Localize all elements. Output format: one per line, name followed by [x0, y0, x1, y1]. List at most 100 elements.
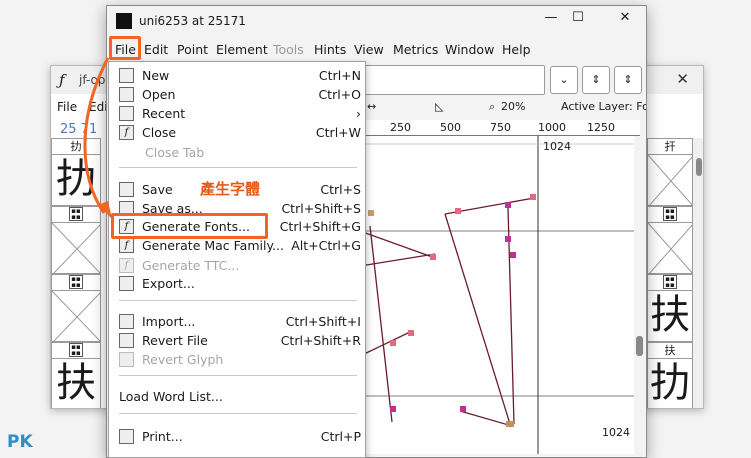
revert-icon: [119, 333, 134, 348]
glyph-cell-label: 扶: [648, 343, 692, 359]
minimize-button[interactable]: —: [536, 10, 566, 25]
menu-item-recent[interactable]: Recent ›: [109, 105, 365, 124]
empty-glyph-cross: [648, 155, 692, 205]
menu-item-load-word-list[interactable]: Load Word List...: [109, 388, 365, 407]
glyph-cell[interactable]: 扞: [647, 138, 693, 206]
maximize-button[interactable]: ☐: [563, 10, 593, 25]
menu-item-shortcut: Ctrl+S: [320, 182, 361, 197]
glyph-cell[interactable]: ▪▪ ▪▪ 扶: [51, 342, 101, 408]
menu-separator: [119, 375, 357, 376]
menu-view[interactable]: View: [354, 42, 384, 57]
angle-icon: ◺: [435, 100, 444, 113]
watermark-logo: PK: [7, 432, 33, 452]
ascent-label: 1024: [543, 140, 571, 153]
menu-item-import[interactable]: Import... Ctrl+Shift+I: [109, 313, 365, 332]
menu-item-label: Open: [142, 87, 176, 102]
ruler-tick: 500: [440, 121, 461, 134]
empty-glyph-cross: [648, 223, 692, 273]
menu-window[interactable]: Window: [445, 42, 494, 57]
menu-item-shortcut: Ctrl+O: [318, 87, 361, 102]
scrollbar-thumb[interactable]: [696, 158, 702, 176]
menu-item-close-tab[interactable]: Close Tab: [109, 144, 365, 163]
close-button[interactable]: ✕: [610, 10, 640, 25]
menu-item-revert-glyph[interactable]: Revert Glyph: [109, 351, 365, 370]
menu-item-close[interactable]: f Close Ctrl+W: [109, 124, 365, 143]
menu-help[interactable]: Help: [502, 42, 531, 57]
menu-item-label: Load Word List...: [119, 389, 223, 404]
menu-element[interactable]: Element: [216, 42, 268, 57]
glyph-cell[interactable]: 扶 扐: [647, 342, 693, 408]
empty-glyph-cross: [52, 223, 100, 273]
menu-item-label: Generate TTC...: [142, 258, 240, 273]
save-icon: [119, 182, 134, 197]
menu-edit[interactable]: Edit: [144, 42, 168, 57]
background-menu-file[interactable]: File: [57, 100, 77, 114]
background-scrollbar[interactable]: [693, 138, 703, 408]
menu-item-shortcut: Ctrl+N: [318, 68, 361, 83]
ruler-tick: 250: [390, 121, 411, 134]
menu-separator: [119, 167, 357, 168]
zoom-icon: ⌕: [489, 100, 496, 113]
glyph-cell-code: ▪▪ ▪▪: [52, 275, 100, 291]
prev-next-button[interactable]: ⇕: [614, 66, 642, 94]
menu-item-generate-mac-family[interactable]: f Generate Mac Family... Alt+Ctrl+G: [109, 237, 365, 256]
glyph-cell-label: 扞: [648, 139, 692, 155]
menubar: File Edit Point Element Tools Hints View…: [107, 39, 646, 61]
background-close-button[interactable]: ✕: [676, 70, 689, 88]
annotation-callout: 產生字體: [200, 180, 261, 198]
menu-item-export[interactable]: Export...: [109, 275, 365, 294]
highlight-box-generate-fonts: [111, 213, 268, 239]
glyph-cell[interactable]: ▪▪ ▪▪: [51, 274, 101, 342]
menu-item-revert-file[interactable]: Revert File Ctrl+Shift+R: [109, 332, 365, 351]
canvas-scrollbar[interactable]: [634, 136, 646, 454]
prev-next-button[interactable]: ⇕: [582, 66, 610, 94]
menu-item-label: Save: [142, 182, 173, 197]
empty-glyph-cross: [52, 291, 100, 341]
menu-item-open[interactable]: Open Ctrl+O: [109, 86, 365, 105]
zoom-level: 20%: [501, 100, 526, 113]
ruler: 250 500 750 1000 1250: [330, 120, 640, 136]
menu-hints[interactable]: Hints: [314, 42, 346, 57]
glyph-name-input[interactable]: [359, 65, 545, 95]
glyph-cell-char: 扶: [56, 360, 96, 406]
new-file-icon: [119, 68, 134, 83]
menu-point[interactable]: Point: [177, 42, 208, 57]
menu-metrics[interactable]: Metrics: [393, 42, 438, 57]
menu-tools[interactable]: Tools: [273, 42, 304, 57]
menu-item-label: Import...: [142, 314, 196, 329]
generate-mac-icon: f: [119, 238, 134, 253]
menu-item-label: Generate Mac Family...: [142, 238, 285, 253]
active-layer: Active Layer: Fore: [561, 100, 646, 113]
menu-item-label: Revert Glyph: [142, 352, 224, 367]
menu-item-print[interactable]: Print... Ctrl+P: [109, 428, 365, 447]
menu-item-new[interactable]: New Ctrl+N: [109, 67, 365, 86]
fontforge-icon: ƒ: [59, 71, 65, 89]
app-icon: [116, 13, 132, 29]
glyph-cell-code: ▪▪ ▪▪: [52, 343, 100, 359]
menu-item-label: Export...: [142, 276, 195, 291]
import-icon: [119, 314, 134, 329]
glyph-cell[interactable]: ▪▪ ▪▪ 扶: [647, 274, 693, 342]
submenu-arrow-icon: ›: [356, 106, 361, 121]
open-folder-icon: [119, 87, 134, 102]
close-file-icon: f: [119, 125, 134, 140]
menu-item-generate-ttc[interactable]: f Generate TTC...: [109, 257, 365, 276]
print-icon: [119, 429, 134, 444]
menu-item-shortcut: Ctrl+P: [320, 429, 361, 444]
recent-icon: [119, 106, 134, 121]
glyph-cell[interactable]: ▪▪ ▪▪: [647, 206, 693, 274]
glyph-canvas[interactable]: 1024 1024: [330, 136, 640, 454]
scrollbar-thumb[interactable]: [636, 336, 643, 356]
menu-item-label: Recent: [142, 106, 186, 121]
glyph-cell-char: 扶: [650, 292, 690, 338]
glyph-cell-code: ▪▪ ▪▪: [648, 207, 692, 223]
dropdown-button[interactable]: ⌄: [550, 66, 578, 94]
ruler-tick: 1000: [538, 121, 566, 134]
title-bar: uni6253 at 25171 — ☐ ✕: [107, 6, 646, 36]
glyph-cell-char: 扐: [650, 360, 690, 406]
pointer-icon: ↔: [367, 100, 377, 113]
em-label: 1024: [602, 426, 630, 439]
ruler-tick: 750: [490, 121, 511, 134]
menu-separator: [119, 300, 357, 301]
menu-item-shortcut: Ctrl+Shift+I: [285, 314, 361, 329]
